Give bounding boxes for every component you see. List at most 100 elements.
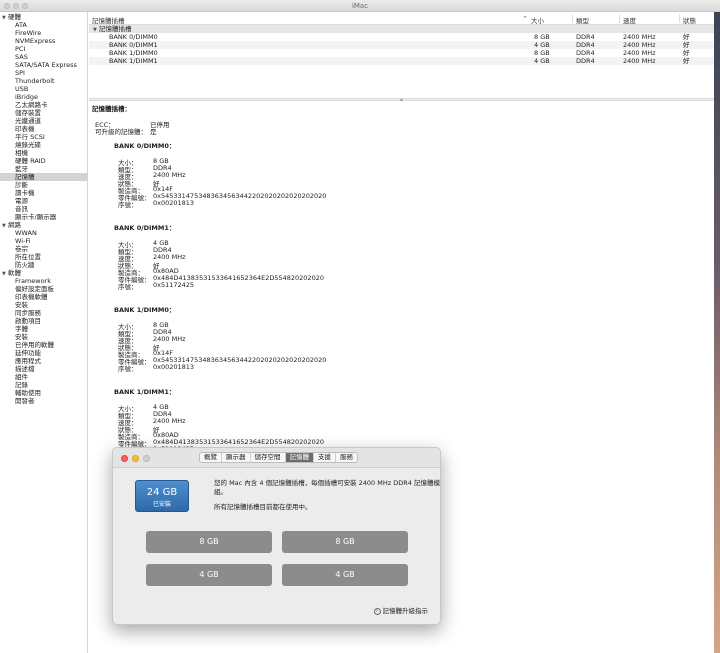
column-header-type[interactable]: 類型	[576, 15, 589, 25]
sidebar-group-label: 軟體	[8, 269, 21, 277]
tab-1[interactable]: 顯示器	[222, 453, 251, 462]
sidebar-item[interactable]: 延伸功能	[0, 349, 88, 357]
sidebar-item[interactable]: USB	[0, 85, 88, 93]
sidebar-item[interactable]: 儲存裝置	[0, 109, 88, 117]
sidebar-item[interactable]: iBridge	[0, 93, 88, 101]
tab-0[interactable]: 概覽	[200, 453, 222, 462]
sidebar-item[interactable]: 描述檔	[0, 365, 88, 373]
sidebar-item[interactable]: 偏好設定面板	[0, 285, 88, 293]
sidebar-item[interactable]: 印表機	[0, 125, 88, 133]
sidebar-item-label: 藍牙	[15, 165, 28, 173]
sidebar-item-label: 顯示卡/顯示器	[15, 213, 57, 221]
sidebar-item-label: 安裝	[15, 301, 28, 309]
zoom-window-button[interactable]	[143, 455, 150, 462]
sidebar-item[interactable]: 燒錄光碟	[0, 141, 88, 149]
sidebar-item[interactable]: PCI	[0, 45, 88, 53]
field-label: 序號：	[118, 365, 138, 373]
table-group-row[interactable]: ▼ 記憶體插槽	[89, 25, 714, 33]
table-row[interactable]: BANK 1/DIMM1 4 GB DDR4 2400 MHz 好	[89, 57, 714, 65]
sidebar-item[interactable]: Thunderbolt	[0, 77, 88, 85]
sidebar-item[interactable]: 輔助使用	[0, 389, 88, 397]
speed-cell: 2400 MHz	[623, 41, 656, 49]
column-divider[interactable]	[619, 14, 620, 23]
sidebar-item[interactable]: 安裝	[0, 333, 88, 341]
sidebar-item[interactable]: FireWire	[0, 29, 88, 37]
speed-cell: 2400 MHz	[623, 57, 656, 65]
sidebar-item[interactable]: 應用程式	[0, 357, 88, 365]
sidebar-item-label: 安裝	[15, 333, 28, 341]
sidebar-group[interactable]: ▼ 硬體	[0, 13, 88, 21]
split-view-divider[interactable]	[89, 98, 714, 101]
type-cell: DDR4	[576, 33, 595, 41]
tab-3[interactable]: 記憶體	[285, 453, 314, 462]
sidebar-item[interactable]: WWAN	[0, 229, 88, 237]
sidebar-item[interactable]: 安裝	[0, 301, 88, 309]
column-header-size[interactable]: 大小	[531, 15, 544, 25]
sidebar-item-label: Thunderbolt	[15, 77, 55, 85]
sidebar-item[interactable]: 組件	[0, 373, 88, 381]
table-row[interactable]: BANK 1/DIMM0 8 GB DDR4 2400 MHz 好	[89, 49, 714, 57]
tab-4[interactable]: 支援	[314, 453, 336, 462]
sidebar-item[interactable]: ATA	[0, 21, 88, 29]
column-divider[interactable]	[572, 14, 573, 23]
column-divider[interactable]	[679, 14, 680, 23]
tab-2[interactable]: 儲存空間	[251, 453, 286, 462]
sidebar-item[interactable]: SAS	[0, 53, 88, 61]
sidebar-item[interactable]: SATA/SATA Express	[0, 61, 88, 69]
sidebar-group-label: 硬體	[8, 13, 21, 21]
sidebar-group[interactable]: ▼ 軟體	[0, 269, 88, 277]
sidebar-item-label: NVMExpress	[15, 37, 56, 45]
sidebar-item[interactable]: 診斷	[0, 181, 88, 189]
sidebar-item[interactable]: 已停用的軟體	[0, 341, 88, 349]
field-value: 0x00201813	[153, 199, 195, 207]
sidebar-item-label: 儲存裝置	[15, 109, 41, 117]
sidebar-item-label: USB	[15, 85, 29, 93]
sidebar-item[interactable]: 記錄	[0, 381, 88, 389]
sidebar-item[interactable]: 顯示卡/顯示器	[0, 213, 88, 221]
sidebar-item-label: 相機	[15, 149, 28, 157]
sidebar-item-label: Framework	[15, 277, 51, 285]
column-header-speed[interactable]: 速度	[623, 15, 636, 25]
sidebar-item-label: 音訊	[15, 205, 28, 213]
sidebar-item[interactable]: Framework	[0, 277, 88, 285]
table-row[interactable]: BANK 0/DIMM1 4 GB DDR4 2400 MHz 好	[89, 41, 714, 49]
sidebar-item[interactable]: 平行 SCSI	[0, 133, 88, 141]
column-header-slot[interactable]: 記憶體插槽	[92, 15, 125, 25]
sidebar-item[interactable]: 相機	[0, 149, 88, 157]
sidebar-item[interactable]: SPI	[0, 69, 88, 77]
sidebar-item[interactable]: 讀卡機	[0, 189, 88, 197]
sidebar-item[interactable]: 藍牙	[0, 165, 88, 173]
sidebar-item[interactable]: 同步服務	[0, 309, 88, 317]
sidebar-item[interactable]: NVMExpress	[0, 37, 88, 45]
sidebar-item[interactable]: 光纖通道	[0, 117, 88, 125]
sidebar-item[interactable]: 開發者	[0, 397, 88, 405]
sidebar-item[interactable]: Wi-Fi	[0, 237, 88, 245]
speed-cell: 2400 MHz	[623, 49, 656, 57]
sidebar-item-label: 已停用的軟體	[15, 341, 54, 349]
close-window-button[interactable]	[121, 455, 128, 462]
sidebar-item[interactable]: 所在位置	[0, 253, 88, 261]
sidebar-item-label: ATA	[15, 21, 27, 29]
table-row[interactable]: BANK 0/DIMM0 8 GB DDR4 2400 MHz 好	[89, 33, 714, 41]
column-header-status[interactable]: 狀態	[683, 15, 696, 25]
sidebar-item[interactable]: 啟動項目	[0, 317, 88, 325]
sidebar-item[interactable]: 防火牆	[0, 261, 88, 269]
tab-5[interactable]: 服務	[336, 453, 357, 462]
sidebar-item[interactable]: 音訊	[0, 205, 88, 213]
sidebar-item[interactable]: 字體	[0, 325, 88, 333]
field-label: 序號：	[118, 201, 138, 209]
sort-ascending-icon[interactable]: ^	[523, 16, 527, 22]
sidebar-item[interactable]: 記憶體	[0, 173, 88, 181]
status-cell: 好	[683, 49, 690, 57]
minimize-window-button[interactable]	[132, 455, 139, 462]
memory-total: 24 GB	[146, 487, 178, 498]
sidebar-item[interactable]: 電源	[0, 197, 88, 205]
sidebar-group[interactable]: ▼ 網路	[0, 221, 88, 229]
memory-upgrade-link[interactable]: › 記憶體升級指示	[373, 605, 428, 615]
sidebar-item[interactable]: 乙太網路卡	[0, 101, 88, 109]
size-cell: 8 GB	[534, 33, 550, 41]
sidebar-item-label: 記錄	[15, 381, 28, 389]
sidebar-item[interactable]: 硬體 RAID	[0, 157, 88, 165]
sidebar-item[interactable]: 卷宗	[0, 245, 88, 253]
sidebar-item[interactable]: 印表機軟體	[0, 293, 88, 301]
